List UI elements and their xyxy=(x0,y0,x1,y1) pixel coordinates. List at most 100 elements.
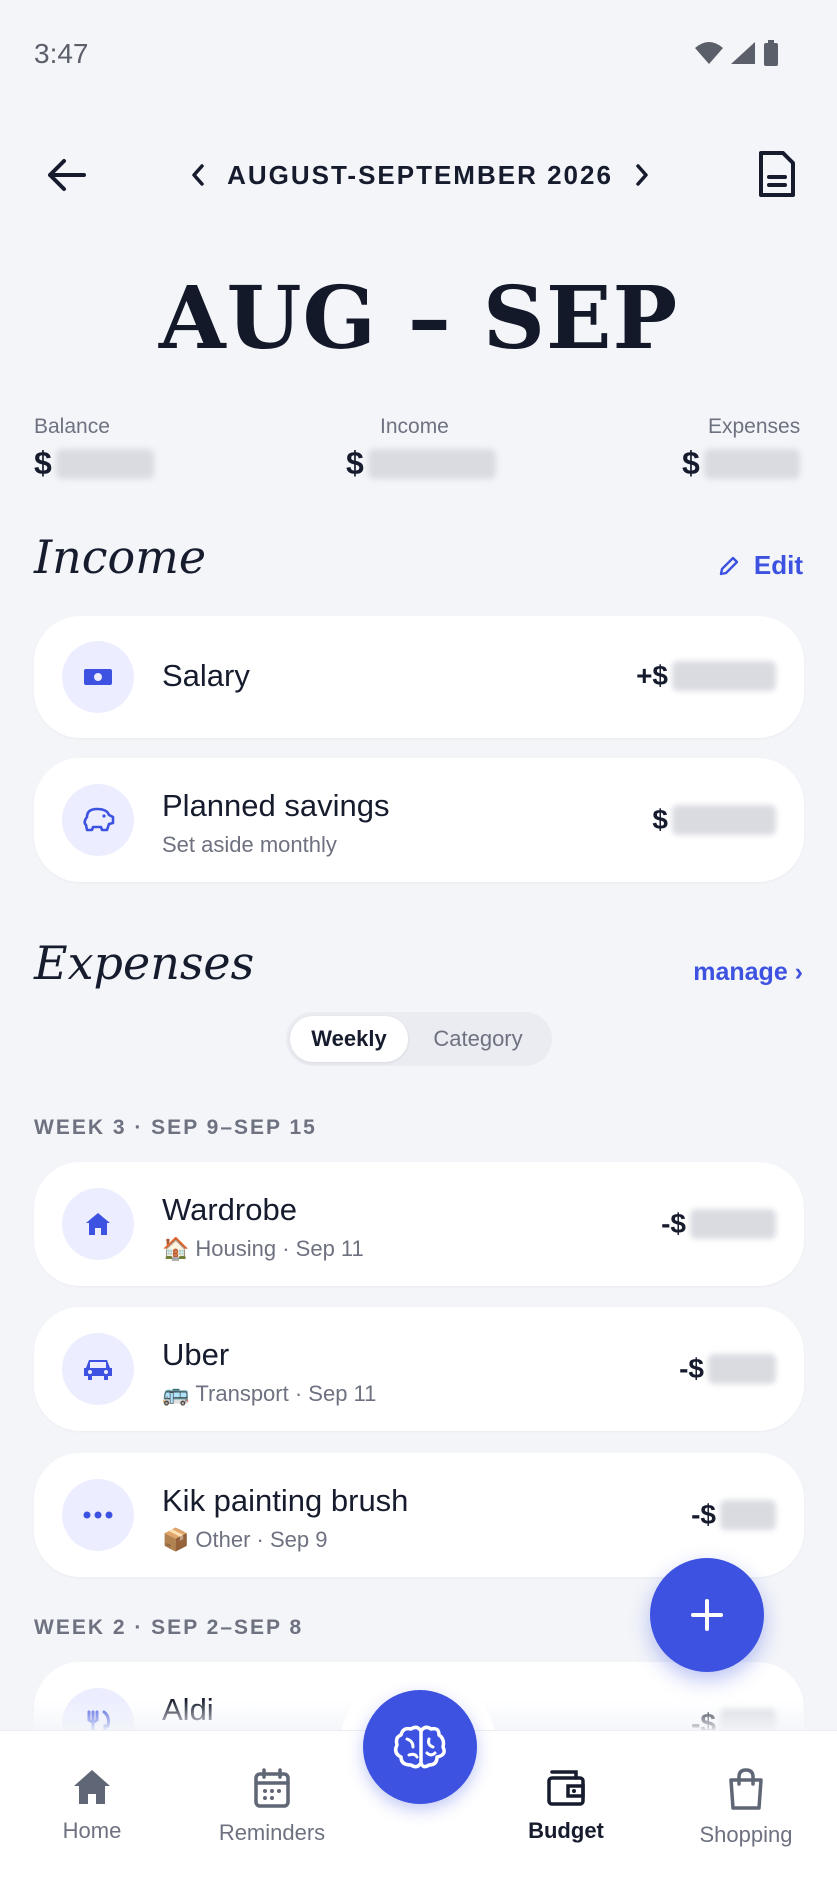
nav-shopping[interactable]: Shopping xyxy=(676,1768,816,1848)
balance-summary: Balance $ xyxy=(34,415,154,482)
item-amount: +$ xyxy=(636,660,776,692)
tab-weekly[interactable]: Weekly xyxy=(290,1016,408,1062)
redacted-amount xyxy=(672,805,776,835)
item-category: Transport · Sep 11 xyxy=(195,1381,377,1406)
nav-label: Budget xyxy=(528,1818,604,1843)
top-bar: AUGUST-SEPTEMBER 2026 xyxy=(0,140,837,210)
amount-prefix: -$ xyxy=(691,1499,716,1530)
item-category: Other · Sep 9 xyxy=(195,1527,328,1552)
balance-value: $ xyxy=(34,445,154,482)
item-name: Kik painting brush xyxy=(162,1483,409,1518)
amount-prefix: -$ xyxy=(679,1353,704,1384)
redacted-amount xyxy=(720,1500,776,1530)
plus-icon xyxy=(691,1599,723,1631)
item-name: Planned savings xyxy=(162,788,390,823)
nav-home[interactable]: Home xyxy=(22,1768,162,1844)
status-bar: 3:47 xyxy=(0,0,837,110)
category-emoji: 📦 xyxy=(162,1527,190,1552)
item-name: Wardrobe xyxy=(162,1192,297,1227)
item-amount: -$ xyxy=(661,1208,776,1240)
category-emoji: 🚌 xyxy=(162,1381,190,1406)
income-item-planned-savings[interactable]: Planned savings Set aside monthly $ xyxy=(34,758,804,882)
period-navigator: AUGUST-SEPTEMBER 2026 xyxy=(180,150,660,200)
item-meta: 🚌 Transport · Sep 11 xyxy=(162,1381,376,1407)
expenses-view-toggle: Weekly Category xyxy=(286,1012,552,1066)
calendar-icon xyxy=(254,1768,290,1808)
page-title: AUG – SEP xyxy=(158,268,679,369)
redacted-amount xyxy=(367,448,496,479)
status-time: 3:47 xyxy=(34,38,89,69)
item-name: Uber xyxy=(162,1337,230,1372)
home-icon xyxy=(62,1188,134,1260)
redacted-amount xyxy=(55,448,154,479)
more-dots-icon xyxy=(62,1479,134,1551)
chevron-right-icon xyxy=(636,164,648,186)
item-category: Housing · Sep 11 xyxy=(195,1236,364,1261)
income-value: $ xyxy=(346,445,496,482)
document-icon xyxy=(759,151,795,197)
balance-label: Balance xyxy=(34,415,110,438)
add-expense-button[interactable] xyxy=(650,1558,764,1672)
income-summary: Income $ xyxy=(346,415,496,482)
shopping-bag-icon xyxy=(729,1768,763,1810)
report-button[interactable] xyxy=(747,144,807,204)
week-header: WEEK 3 · SEP 9–SEP 15 xyxy=(34,1116,317,1139)
item-amount: $ xyxy=(652,804,776,836)
pencil-icon xyxy=(719,556,739,575)
expenses-value: $ xyxy=(682,445,800,482)
balance-currency: $ xyxy=(34,445,52,481)
ai-assistant-button[interactable] xyxy=(363,1690,477,1804)
category-emoji: 🏠 xyxy=(162,1236,190,1261)
redacted-amount xyxy=(708,1354,776,1384)
battery-icon xyxy=(764,40,778,66)
expenses-section-title: Expenses xyxy=(34,936,255,990)
tab-category[interactable]: Category xyxy=(408,1016,548,1062)
item-amount: -$ xyxy=(691,1499,776,1531)
redacted-amount xyxy=(690,1209,776,1239)
amount-prefix: -$ xyxy=(661,1208,686,1239)
summary-row: Balance $ Income $ Expenses $ xyxy=(34,415,804,495)
redacted-amount xyxy=(672,661,776,691)
item-name: Salary xyxy=(162,658,250,693)
edit-income-button[interactable]: Edit xyxy=(718,550,803,581)
expense-item-uber[interactable]: Uber 🚌 Transport · Sep 11 -$ xyxy=(34,1307,804,1431)
nav-label: Home xyxy=(62,1818,122,1843)
income-section-title: Income xyxy=(34,530,207,584)
item-amount: -$ xyxy=(679,1353,776,1385)
amount-prefix: $ xyxy=(652,804,668,835)
signal-icon xyxy=(731,42,755,64)
item-subtitle: Set aside monthly xyxy=(162,832,337,857)
item-meta: 📦 Other · Sep 9 xyxy=(162,1527,327,1553)
piggy-bank-icon xyxy=(62,784,134,856)
nav-budget[interactable]: Budget xyxy=(496,1768,636,1844)
manage-expenses-link[interactable]: manage › xyxy=(693,958,803,987)
brain-icon xyxy=(393,1725,446,1769)
income-currency: $ xyxy=(346,445,364,481)
income-label: Income xyxy=(380,415,449,438)
next-period-button[interactable] xyxy=(624,152,660,198)
income-item-salary[interactable]: Salary +$ xyxy=(34,616,804,738)
home-icon xyxy=(74,1770,110,1804)
expenses-label: Expenses xyxy=(708,415,801,438)
expense-item-wardrobe[interactable]: Wardrobe 🏠 Housing · Sep 11 -$ xyxy=(34,1162,804,1286)
expenses-summary: Expenses $ xyxy=(682,415,800,482)
wifi-icon xyxy=(695,42,723,64)
nav-reminders[interactable]: Reminders xyxy=(202,1768,342,1846)
nav-label: Shopping xyxy=(699,1822,793,1847)
nav-label: Reminders xyxy=(218,1820,326,1845)
period-label: AUGUST-SEPTEMBER 2026 xyxy=(227,159,613,190)
back-button[interactable] xyxy=(36,150,96,200)
edit-label: Edit xyxy=(753,550,803,580)
arrow-left-icon xyxy=(48,159,86,191)
car-icon xyxy=(62,1333,134,1405)
status-icons xyxy=(695,40,779,66)
redacted-amount xyxy=(703,448,800,479)
item-meta: 🏠 Housing · Sep 11 xyxy=(162,1236,364,1262)
previous-period-button[interactable] xyxy=(180,152,216,198)
chevron-left-icon xyxy=(192,164,204,186)
amount-prefix: +$ xyxy=(636,660,668,691)
wallet-icon xyxy=(547,1770,585,1806)
week-header: WEEK 2 · SEP 2–SEP 8 xyxy=(34,1616,304,1639)
expense-item-kik-painting-brush[interactable]: Kik painting brush 📦 Other · Sep 9 -$ xyxy=(34,1453,804,1577)
expenses-currency: $ xyxy=(682,445,700,481)
